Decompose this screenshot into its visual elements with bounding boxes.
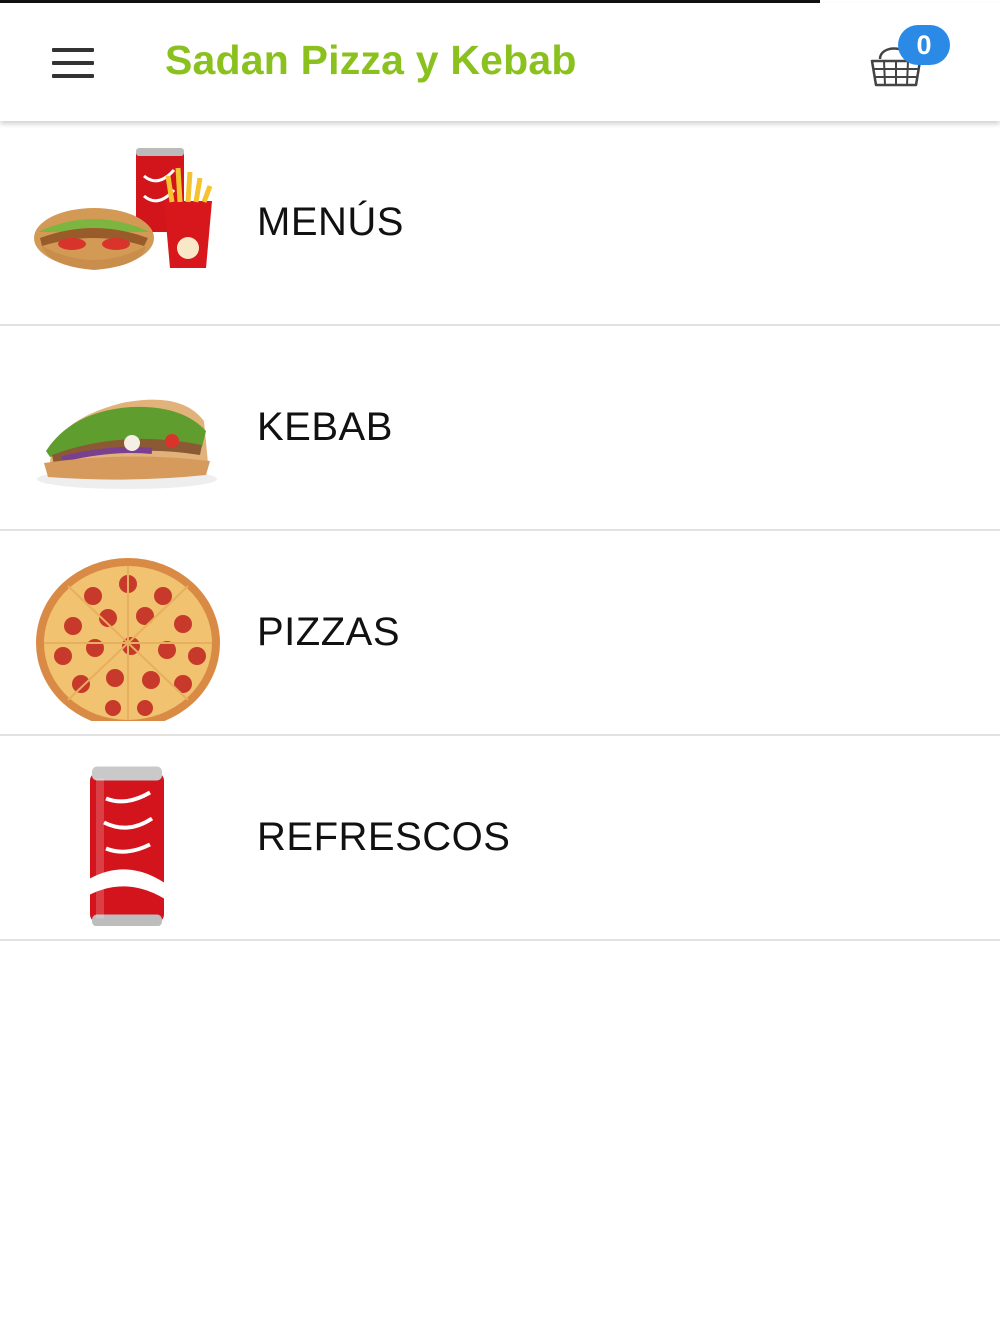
kebab-sandwich-image: [37, 399, 217, 489]
pepperoni-pizza-image: [36, 558, 220, 721]
category-list: MENÚS KEBAB PIZZAS REFRESCOS: [0, 121, 1000, 941]
category-row-refrescos[interactable]: REFRESCOS: [0, 736, 1000, 941]
app-title: Sadan Pizza y Kebab: [165, 37, 577, 83]
cart-count-badge: 0: [898, 25, 950, 65]
category-label: MENÚS: [257, 200, 404, 244]
app-header: Sadan Pizza y Kebab 0: [0, 3, 1000, 121]
category-row-kebab[interactable]: KEBAB: [0, 326, 1000, 531]
category-row-pizzas[interactable]: PIZZAS: [0, 531, 1000, 736]
category-row-menus[interactable]: MENÚS: [0, 121, 1000, 326]
kebab-combo-image: [34, 148, 213, 270]
category-label: KEBAB: [257, 405, 393, 449]
cola-can-image: [90, 766, 164, 926]
cart-button[interactable]: 0: [868, 25, 958, 95]
category-label: REFRESCOS: [257, 815, 511, 859]
hamburger-menu-icon[interactable]: [52, 48, 94, 78]
category-label: PIZZAS: [257, 610, 401, 654]
